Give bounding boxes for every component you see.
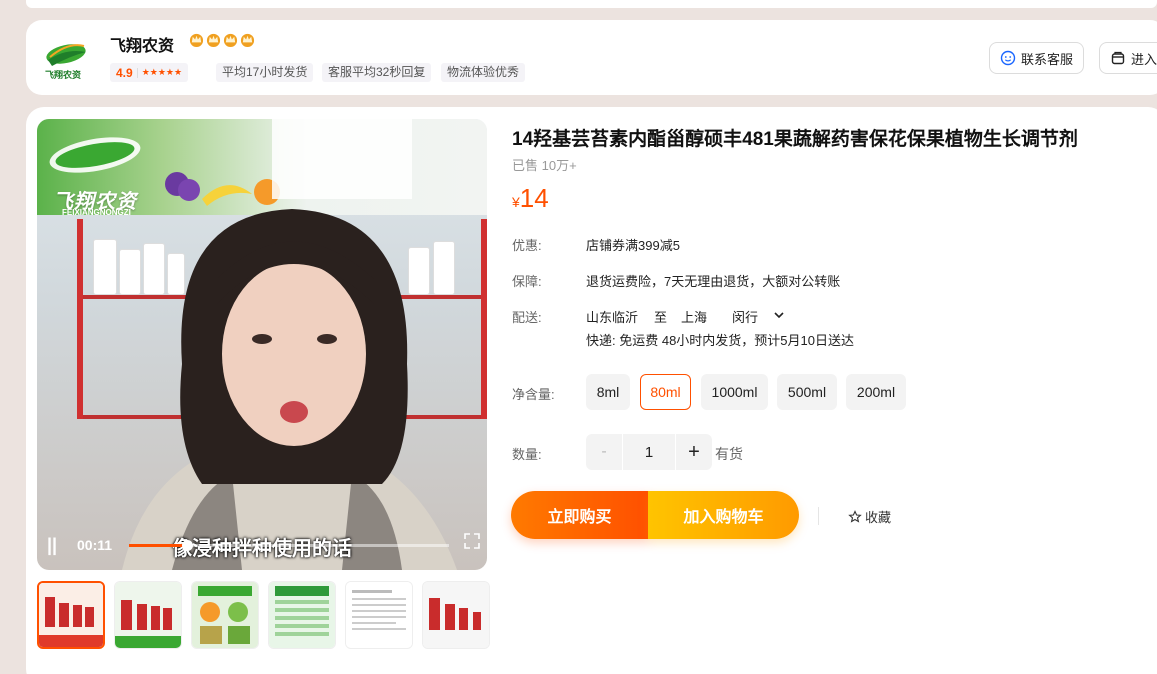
thumbnail-item[interactable] <box>268 581 336 649</box>
spec-option-200ml[interactable]: 200ml <box>846 374 906 410</box>
enter-shop-label: 进入 <box>1131 51 1157 67</box>
thumbnail-image <box>39 583 103 647</box>
product-video[interactable]: 飞翔农资 FEIXIANGNONGZI 像浸种拌种使用的话 || 00:11 <box>37 119 487 570</box>
thumbnail-image <box>115 582 181 648</box>
delivery-to: 至 <box>654 310 668 325</box>
sold-count: 已售 10万+ <box>512 158 577 173</box>
shop-tag-reply: 客服平均32秒回复 <box>322 63 432 82</box>
guarantee-value: 退货运费险，7天无理由退货，大额对公转账 <box>586 274 841 289</box>
spec-option-500ml[interactable]: 500ml <box>777 374 837 410</box>
shop-tag-shipping: 平均17小时发货 <box>216 63 314 82</box>
spec-option-1000ml[interactable]: 1000ml <box>701 374 768 410</box>
pause-icon[interactable]: || <box>47 535 57 556</box>
shop-rating: 4.9 ★★★★★ <box>110 63 189 82</box>
brand-leaf-icon <box>49 137 141 173</box>
product-price: ¥14 <box>512 183 549 214</box>
chevron-down-icon[interactable] <box>772 308 786 322</box>
thumbnail-list <box>37 581 490 649</box>
product-title: 14羟基芸苔素内酯甾醇硕丰481果蔬解药害保花保果植物生长调节剂 <box>512 129 1078 150</box>
buy-now-button[interactable]: 立即购买 <box>511 491 648 539</box>
banner-poster <box>272 119 412 199</box>
spec-label: 净含量: <box>512 387 555 402</box>
presenter-figure <box>122 209 457 570</box>
rating-score: 4.9 <box>116 65 133 80</box>
crown-icon <box>223 33 238 47</box>
promo-label: 优惠: <box>512 238 542 253</box>
thumbnail-image <box>192 582 258 648</box>
shop-header: 飞翔农资 飞翔农资 4.9 ★★★★★ 平均17小时发货 客服平均32秒回复 物… <box>26 20 1157 95</box>
svg-text:飞翔农资: 飞翔农资 <box>45 69 81 81</box>
crown-icon <box>206 33 221 47</box>
price-value: 14 <box>519 183 549 213</box>
spec-option-80ml[interactable]: 80ml <box>640 374 691 410</box>
favorite-button[interactable]: 收藏 <box>848 507 891 526</box>
qty-input[interactable]: 1 <box>623 434 675 470</box>
thumbnail-item[interactable] <box>422 581 490 649</box>
qty-decrease-button[interactable]: - <box>586 434 622 470</box>
video-progress[interactable] <box>129 540 449 551</box>
thumbnail-image <box>269 582 335 648</box>
shop-icon <box>1111 51 1125 65</box>
add-to-cart-button[interactable]: 加入购物车 <box>648 491 799 539</box>
guarantee-label: 保障: <box>512 274 542 289</box>
video-progress-knob[interactable] <box>181 540 193 551</box>
price-currency: ¥ <box>512 194 520 210</box>
spec-option-8ml[interactable]: 8ml <box>586 374 630 410</box>
product-card: 飞翔农资 FEIXIANGNONGZI 像浸种拌种使用的话 || 00:11 1… <box>26 107 1157 674</box>
delivery-city[interactable]: 上海 <box>681 307 707 326</box>
stock-status: 有货 <box>715 446 743 462</box>
thumbnail-image <box>346 582 412 648</box>
rating-divider <box>136 67 138 78</box>
shop-name[interactable]: 飞翔农资 <box>110 32 174 56</box>
thumbnail-item[interactable] <box>37 581 105 649</box>
thumbnail-item[interactable] <box>345 581 413 649</box>
fullscreen-icon[interactable] <box>462 531 482 551</box>
shop-logo[interactable]: 飞翔农资 <box>40 34 92 82</box>
star-icons: ★★★★★ <box>141 67 183 77</box>
video-time: 00:11 <box>77 537 113 553</box>
thumbnail-image <box>423 582 489 648</box>
promo-value[interactable]: 店铺券满399减5 <box>586 235 680 254</box>
delivery-detail: 快递: 免运费 48小时内发货，预计5月10日送达 <box>586 333 854 348</box>
shop-tag-logistics: 物流体验优秀 <box>441 63 526 82</box>
action-divider <box>818 507 819 525</box>
crown-icon <box>240 33 255 47</box>
video-progress-fill <box>129 544 187 547</box>
thumbnail-item[interactable] <box>114 581 182 649</box>
star-outline-icon <box>848 509 862 523</box>
chat-smile-icon <box>1000 50 1016 66</box>
delivery-from: 山东临沂 <box>586 310 639 325</box>
favorite-label: 收藏 <box>865 510 892 525</box>
contact-service-label: 联系客服 <box>1021 51 1074 67</box>
top-strip <box>26 0 1157 8</box>
contact-service-button[interactable]: 联系客服 <box>989 42 1085 74</box>
qty-label: 数量: <box>512 447 542 462</box>
shop-crowns <box>189 32 255 47</box>
delivery-district[interactable]: 闵行 <box>732 307 758 326</box>
qty-increase-button[interactable]: + <box>676 434 712 470</box>
delivery-label: 配送: <box>512 310 542 325</box>
enter-shop-button[interactable]: 进入 <box>1099 42 1157 74</box>
thumbnail-item[interactable] <box>191 581 259 649</box>
crown-icon <box>189 33 204 47</box>
